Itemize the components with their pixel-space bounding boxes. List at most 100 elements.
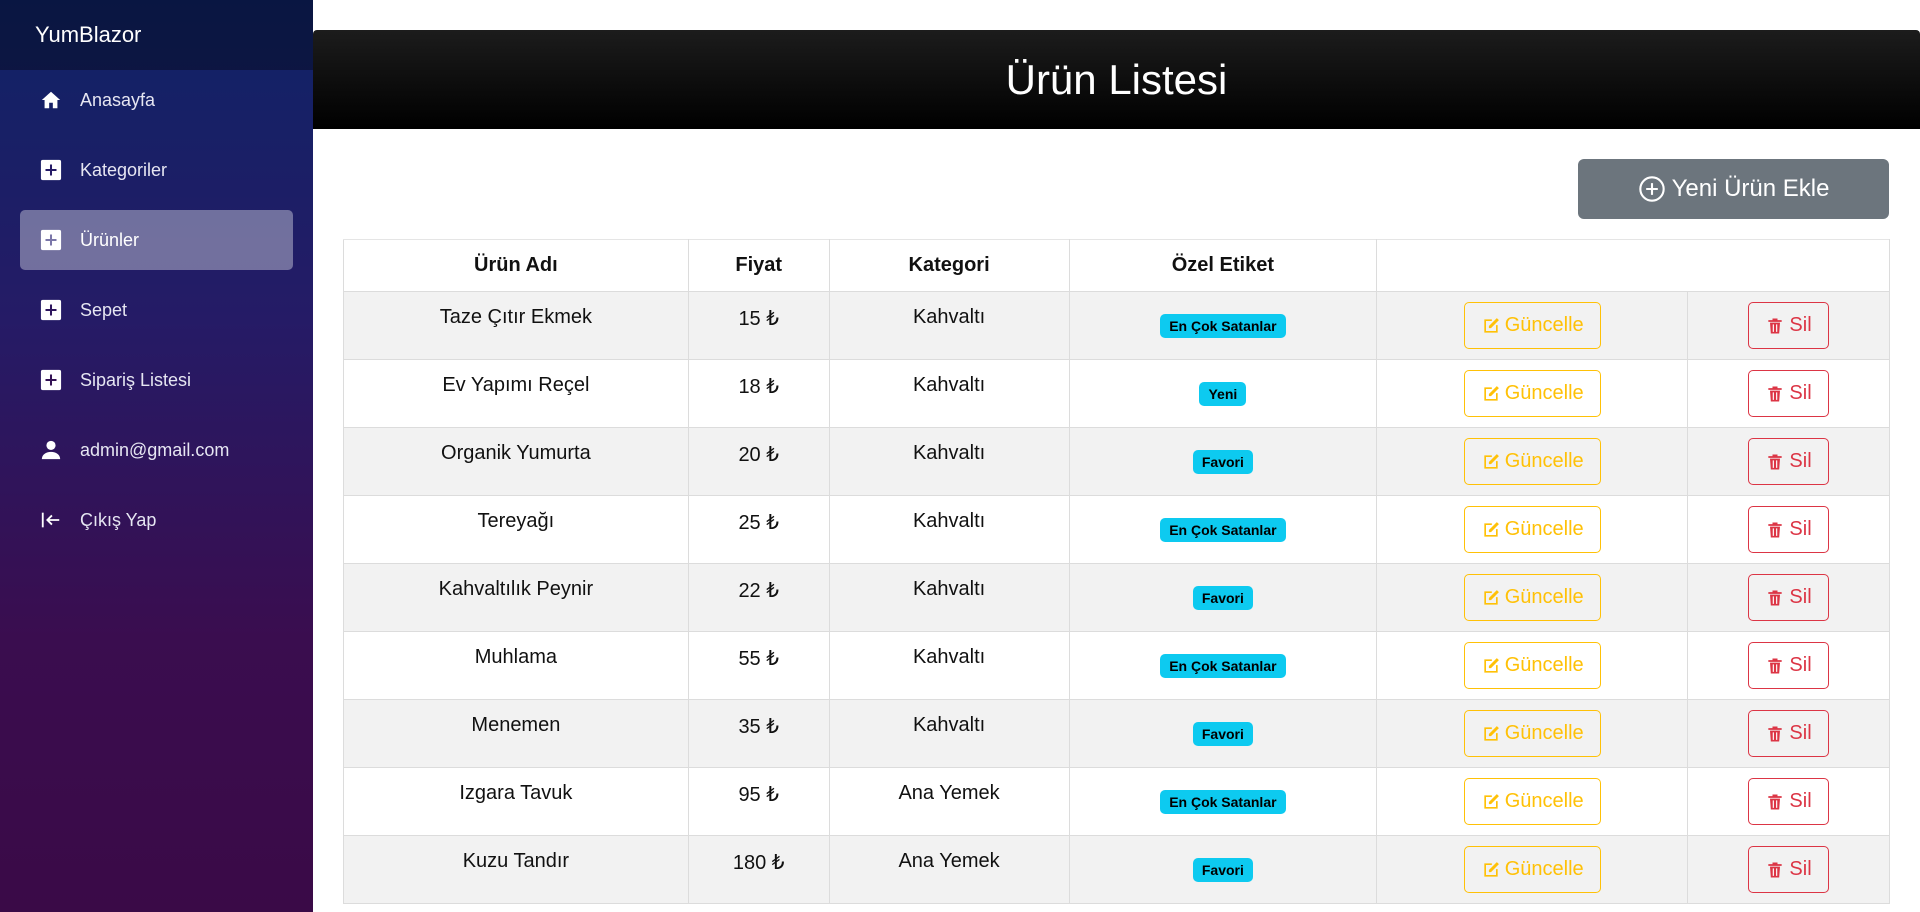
add-product-label: Yeni Ürün Ekle (1671, 175, 1830, 202)
sidebar-item-label: Sipariş Listesi (80, 369, 192, 390)
update-cell: Güncelle (1376, 495, 1689, 564)
trash-icon (1768, 726, 1783, 741)
plus-square-icon (40, 299, 62, 321)
logout-icon (40, 509, 62, 531)
update-cell: Güncelle (1376, 699, 1689, 768)
sidebar-item-anasayfa[interactable]: Anasayfa (20, 70, 293, 130)
product-price: 180 ₺ (687, 835, 830, 904)
sidebar-item-siparis-listesi[interactable]: Sipariş Listesi (20, 350, 293, 410)
special-tag-badge: Favori (1192, 449, 1253, 474)
table-row: Taze Çıtır Ekmek 15 ₺ Kahvaltı En Çok Satan… (343, 291, 1890, 360)
delete-button[interactable]: Sil (1748, 710, 1830, 757)
tag-cell: Favori (1068, 563, 1378, 632)
update-button[interactable]: Güncelle (1463, 710, 1601, 757)
product-name: Muhlama (343, 631, 689, 700)
tag-cell: En Çok Satanlar (1068, 631, 1378, 700)
product-price: 18 ₺ (687, 359, 830, 428)
delete-cell: Sil (1687, 495, 1890, 564)
update-label: Güncelle (1504, 722, 1584, 744)
delete-button[interactable]: Sil (1748, 778, 1830, 825)
tag-cell: En Çok Satanlar (1068, 767, 1378, 836)
brand-logo[interactable]: YumBlazor (0, 0, 313, 70)
sidebar-item-kategoriler[interactable]: Kategoriler (20, 140, 293, 200)
edit-icon (1484, 589, 1499, 605)
update-cell: Güncelle (1376, 291, 1689, 360)
sidebar-item-account[interactable]: admin@gmail.com (20, 420, 293, 480)
plus-circle-icon (1638, 176, 1665, 202)
update-button[interactable]: Güncelle (1463, 574, 1601, 621)
update-button[interactable]: Güncelle (1463, 302, 1601, 349)
special-tag-badge: En Çok Satanlar (1160, 313, 1286, 338)
sidebar-item-sepet[interactable]: Sepet (20, 280, 293, 340)
table-row: Kuzu Tandır 180 ₺ Ana Yemek Favori Güncelle S… (343, 835, 1890, 904)
update-cell: Güncelle (1376, 427, 1689, 496)
column-header-tag: Özel Etiket (1068, 239, 1378, 292)
update-button[interactable]: Güncelle (1463, 438, 1601, 485)
product-price: 15 ₺ (687, 291, 830, 360)
product-name: Kahvaltılık Peynir (343, 563, 689, 632)
delete-button[interactable]: Sil (1748, 302, 1830, 349)
sidebar-item-label: Kategoriler (80, 159, 168, 180)
edit-icon (1484, 657, 1499, 673)
special-tag-badge: Favori (1192, 585, 1253, 610)
sidebar-item-label: Ürünler (80, 229, 140, 250)
tag-cell: En Çok Satanlar (1068, 495, 1378, 564)
sidebar-item-logout[interactable]: Çıkış Yap (20, 490, 293, 550)
update-button[interactable]: Güncelle (1463, 778, 1601, 825)
delete-label: Sil (1789, 586, 1812, 608)
delete-cell: Sil (1687, 427, 1890, 496)
update-button[interactable]: Güncelle (1463, 846, 1601, 893)
sidebar-item-urunler[interactable]: Ürünler (20, 210, 293, 270)
add-product-button[interactable]: Yeni Ürün Ekle (1578, 159, 1889, 219)
sidebar-item-label: Sepet (80, 299, 128, 320)
special-tag-badge: Favori (1192, 721, 1253, 746)
trash-icon (1768, 658, 1783, 673)
delete-cell: Sil (1687, 699, 1890, 768)
update-cell: Güncelle (1376, 359, 1689, 428)
trash-icon (1768, 318, 1783, 333)
special-tag-badge: En Çok Satanlar (1160, 789, 1286, 814)
trash-icon (1768, 522, 1783, 537)
update-button[interactable]: Güncelle (1463, 370, 1601, 417)
tag-cell: Yeni (1068, 359, 1378, 428)
delete-button[interactable]: Sil (1748, 438, 1830, 485)
update-label: Güncelle (1504, 586, 1584, 608)
product-name: Kuzu Tandır (343, 835, 689, 904)
update-cell: Güncelle (1376, 767, 1689, 836)
table-header-row: Ürün Adı Fiyat Kategori Özel Etiket (343, 239, 1890, 292)
delete-button[interactable]: Sil (1748, 642, 1830, 689)
table-row: Organik Yumurta 20 ₺ Kahvaltı Favori Güncell… (343, 427, 1890, 496)
sidebar-item-label: Anasayfa (80, 89, 156, 110)
update-label: Güncelle (1504, 858, 1584, 880)
trash-icon (1768, 794, 1783, 809)
table-row: Menemen 35 ₺ Kahvaltı Favori Güncelle Sil (343, 699, 1890, 768)
sidebar-item-label: admin@gmail.com (80, 439, 230, 460)
update-cell: Güncelle (1376, 563, 1689, 632)
update-cell: Güncelle (1376, 835, 1689, 904)
delete-cell: Sil (1687, 563, 1890, 632)
product-category: Kahvaltı (828, 563, 1070, 632)
update-button[interactable]: Güncelle (1463, 642, 1601, 689)
update-button[interactable]: Güncelle (1463, 506, 1601, 553)
update-cell: Güncelle (1376, 631, 1689, 700)
delete-label: Sil (1789, 382, 1812, 404)
product-price: 25 ₺ (687, 495, 830, 564)
delete-label: Sil (1789, 654, 1812, 676)
product-price: 35 ₺ (687, 699, 830, 768)
trash-icon (1768, 590, 1783, 605)
home-icon (40, 89, 62, 111)
special-tag-badge: Favori (1192, 857, 1253, 882)
product-price: 55 ₺ (687, 631, 830, 700)
update-label: Güncelle (1504, 382, 1584, 404)
product-category: Kahvaltı (828, 359, 1070, 428)
special-tag-badge: En Çok Satanlar (1160, 653, 1286, 678)
delete-label: Sil (1789, 790, 1812, 812)
delete-button[interactable]: Sil (1748, 846, 1830, 893)
plus-square-icon (40, 369, 62, 391)
tag-cell: En Çok Satanlar (1068, 291, 1378, 360)
page-title: Ürün Listesi (1005, 55, 1228, 103)
delete-cell: Sil (1687, 291, 1890, 360)
delete-button[interactable]: Sil (1748, 506, 1830, 553)
delete-button[interactable]: Sil (1748, 370, 1830, 417)
delete-button[interactable]: Sil (1748, 574, 1830, 621)
